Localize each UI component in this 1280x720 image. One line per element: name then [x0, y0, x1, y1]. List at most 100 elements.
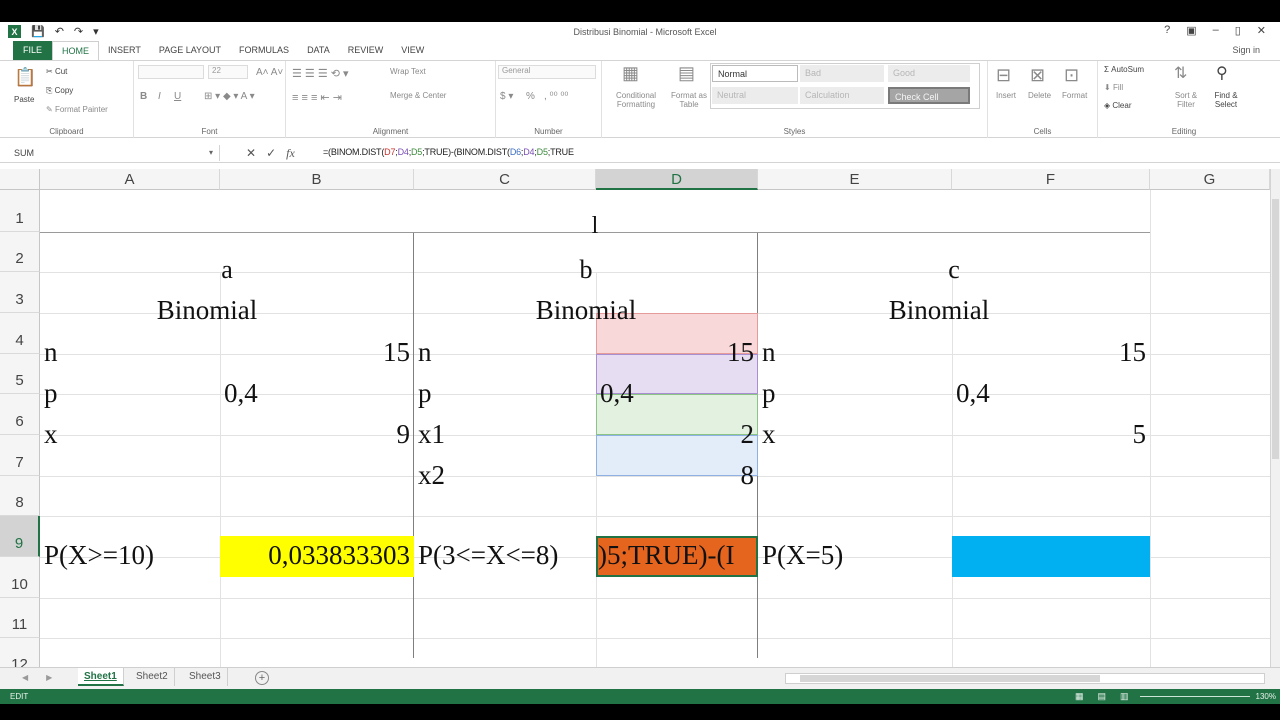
grow-font-icon[interactable]: A˄ A˅ [256, 67, 283, 78]
section-b-header[interactable]: b [414, 255, 758, 291]
decimal-icons[interactable]: , ⁰⁰ ⁰⁰ [544, 91, 568, 102]
section-b-binomial[interactable]: Binomial [414, 295, 758, 331]
cell-d5[interactable]: 0,4 [596, 378, 758, 414]
section-a-header[interactable]: a [40, 255, 414, 291]
cell-d7[interactable]: 8 [596, 460, 758, 496]
col-header-d[interactable]: D [596, 169, 758, 190]
row-header-7[interactable]: 7 [0, 435, 40, 476]
help-icon[interactable]: ? [1164, 24, 1170, 37]
autosum-button[interactable]: Σ AutoSum [1104, 65, 1144, 74]
sheet-tab-sheet3[interactable]: Sheet3 [183, 668, 228, 686]
name-box[interactable]: SUM ▾ [10, 145, 220, 161]
align-top-icons[interactable]: ☰ ☰ ☰ ⟲ ▾ [292, 67, 349, 80]
tab-insert[interactable]: INSERT [99, 41, 150, 60]
sign-in-link[interactable]: Sign in [1232, 45, 1260, 55]
underline-button[interactable]: U [174, 91, 181, 102]
align-left-icons[interactable]: ≡ ≡ ≡ ⇤ ⇥ [292, 91, 342, 104]
minimize-icon[interactable]: – [1213, 24, 1219, 37]
chevron-down-icon[interactable]: ▾ [209, 145, 213, 161]
col-header-g[interactable]: G [1150, 169, 1270, 190]
cell-a4[interactable]: n [40, 337, 220, 373]
row-header-10[interactable]: 10 [0, 557, 40, 598]
tab-file[interactable]: FILE [13, 41, 53, 60]
tab-review[interactable]: REVIEW [339, 41, 393, 60]
cell-d6[interactable]: 2 [596, 419, 758, 455]
vertical-scrollbar[interactable] [1270, 169, 1280, 667]
find-select-button[interactable]: Find & Select [1208, 91, 1244, 109]
format-painter-button[interactable]: ✎ Format Painter [46, 105, 108, 114]
fill-button[interactable]: ⬇ Fill [1104, 83, 1123, 92]
insert-function-icon[interactable]: fx [286, 145, 295, 161]
cell-e5[interactable]: p [758, 378, 952, 414]
select-all-corner[interactable] [0, 169, 40, 190]
style-neutral[interactable]: Neutral [712, 87, 798, 104]
sort-filter-button[interactable]: Sort & Filter [1168, 91, 1204, 109]
tab-page-layout[interactable]: PAGE LAYOUT [150, 41, 230, 60]
cell-f6[interactable]: 5 [952, 419, 1150, 455]
formula-input[interactable]: =(BINOM.DIST(D7;D4;D5;TRUE)-(BINOM.DIST(… [323, 147, 574, 157]
copy-button[interactable]: ⎘ Copy [46, 86, 73, 96]
row-header-4[interactable]: 4 [0, 313, 40, 354]
cell-c9[interactable]: P(3<=X<=8) [414, 540, 596, 576]
paste-icon[interactable]: 📋 [14, 67, 36, 88]
cell-b4[interactable]: 15 [220, 337, 414, 373]
vertical-scroll-thumb[interactable] [1272, 199, 1279, 459]
cell-a5[interactable]: p [40, 378, 220, 414]
cell-b9[interactable]: 0,033833303 [220, 540, 414, 576]
cell-f4[interactable]: 15 [952, 337, 1150, 373]
cell-b6[interactable]: 9 [220, 419, 414, 455]
normal-view-icon[interactable]: ▦ [1075, 691, 1084, 702]
currency-icon[interactable]: $ ▾ [500, 91, 513, 102]
paste-button[interactable]: Paste [14, 95, 34, 104]
row-header-11[interactable]: 11 [0, 598, 40, 638]
style-good[interactable]: Good [888, 65, 970, 82]
cell-a6[interactable]: x [40, 419, 220, 455]
cell-e9[interactable]: P(X=5) [758, 540, 952, 576]
wrap-text-button[interactable]: Wrap Text [390, 67, 426, 76]
tab-data[interactable]: DATA [298, 41, 339, 60]
col-header-f[interactable]: F [952, 169, 1150, 190]
cell-c4[interactable]: n [414, 337, 596, 373]
cancel-icon[interactable]: ✕ [246, 145, 256, 161]
maximize-icon[interactable]: ▯ [1235, 24, 1241, 37]
row-header-3[interactable]: 3 [0, 272, 40, 313]
insert-button[interactable]: Insert [996, 91, 1016, 100]
style-check-cell[interactable]: Check Cell [888, 87, 970, 104]
cell-a9[interactable]: P(X>=10) [40, 540, 220, 576]
conditional-formatting-button[interactable]: Conditional Formatting [606, 91, 666, 109]
italic-button[interactable]: I [158, 91, 161, 102]
tab-formulas[interactable]: FORMULAS [230, 41, 298, 60]
row-header-2[interactable]: 2 [0, 232, 40, 272]
row-header-1[interactable]: 1 [0, 190, 40, 232]
sheet-tab-sheet1[interactable]: Sheet1 [78, 668, 124, 686]
row-header-8[interactable]: 8 [0, 476, 40, 516]
horizontal-scrollbar[interactable] [785, 673, 1265, 684]
page-layout-view-icon[interactable]: ▤ [1098, 691, 1107, 702]
font-size-select[interactable]: 22 [208, 65, 248, 79]
col-header-a[interactable]: A [40, 169, 220, 190]
scroll-left-icon[interactable]: ◀ [22, 673, 28, 682]
sheet-tab-sheet2[interactable]: Sheet2 [130, 668, 175, 686]
merge-center-button[interactable]: Merge & Center [390, 91, 446, 100]
horizontal-scroll-thumb[interactable] [800, 675, 1100, 682]
format-as-table-button[interactable]: Format as Table [664, 91, 714, 109]
col-header-e[interactable]: E [758, 169, 952, 190]
cell-f5[interactable]: 0,4 [952, 378, 1150, 414]
section-a-binomial[interactable]: Binomial [40, 295, 374, 331]
delete-button[interactable]: Delete [1028, 91, 1051, 100]
section-c-header[interactable]: c [758, 255, 1150, 291]
clear-button[interactable]: ◈ Clear [1104, 101, 1132, 110]
borders-icon[interactable]: ⊞ ▾ ◆ ▾ A ▾ [204, 91, 255, 102]
zoom-slider[interactable] [1140, 696, 1250, 697]
cell-e6[interactable]: x [758, 419, 952, 455]
zoom-level[interactable]: 130% [1256, 692, 1276, 701]
cell-b5[interactable]: 0,4 [220, 378, 414, 414]
tab-home[interactable]: HOME [52, 40, 100, 61]
sheet-title-cell[interactable]: l [40, 213, 1150, 249]
add-sheet-icon[interactable]: + [255, 671, 269, 685]
close-icon[interactable]: ✕ [1257, 24, 1266, 37]
row-header-9[interactable]: 9 [0, 516, 40, 557]
enter-icon[interactable]: ✓ [266, 145, 276, 161]
scroll-right-icon[interactable]: ▶ [46, 673, 52, 682]
bold-button[interactable]: B [140, 91, 147, 102]
